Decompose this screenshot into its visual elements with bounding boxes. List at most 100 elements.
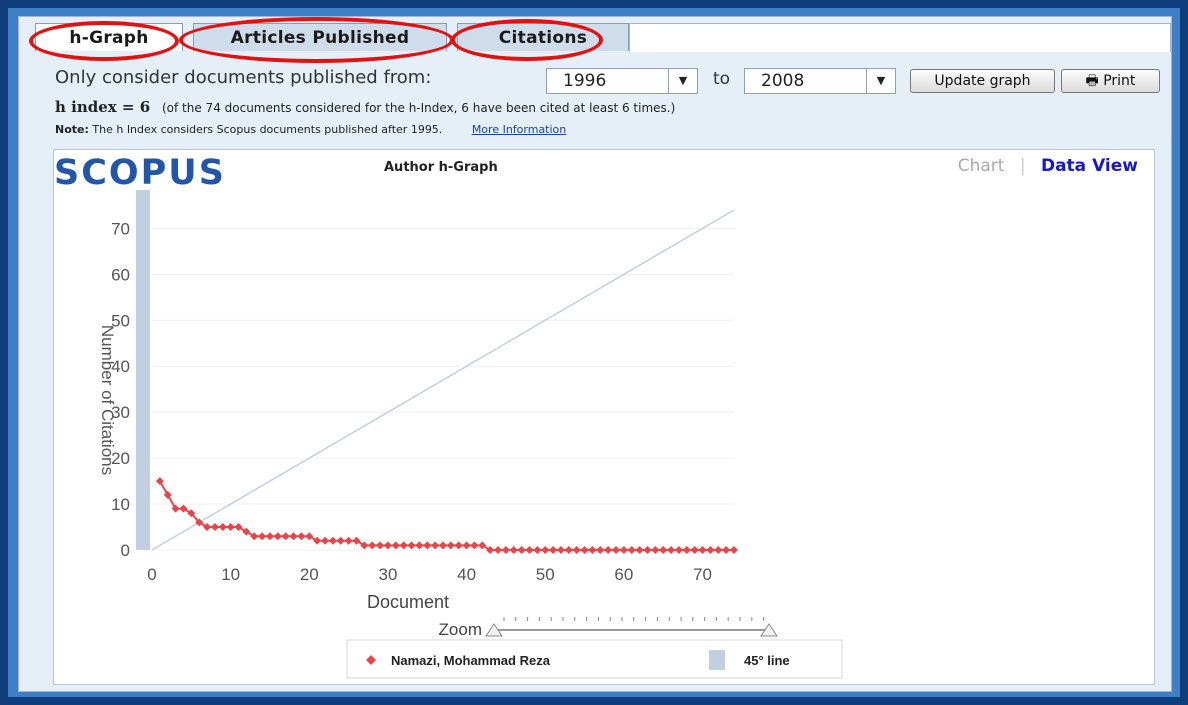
data-point: [659, 546, 668, 554]
chevron-down-icon[interactable]: ▼: [668, 69, 697, 93]
data-point: [265, 532, 274, 541]
data-point: [667, 546, 676, 554]
from-year-select[interactable]: 1996 ▼: [546, 68, 698, 94]
data-point: [635, 546, 644, 554]
data-point: [439, 541, 447, 550]
data-point: [690, 546, 699, 554]
data-point: [368, 541, 377, 550]
data-point: [431, 541, 440, 550]
data-point: [210, 523, 219, 532]
date-range-label: Only consider documents published from:: [55, 67, 432, 88]
data-point: [423, 541, 432, 550]
x-tick-label: 60: [614, 565, 633, 584]
legend-marker: [709, 650, 725, 670]
data-point: [619, 546, 628, 554]
data-point: [643, 546, 652, 554]
data-point: [698, 546, 707, 554]
data-point: [556, 546, 565, 554]
data-point: [596, 546, 605, 554]
data-point: [226, 523, 235, 532]
data-point: [509, 546, 518, 554]
data-point: [454, 541, 463, 550]
x-tick-label: 50: [536, 565, 555, 584]
data-point: [564, 546, 573, 554]
data-point: [714, 546, 723, 554]
chevron-down-icon[interactable]: ▼: [866, 69, 895, 93]
note-label: Note:: [55, 123, 89, 136]
from-year-value: 1996: [563, 71, 607, 91]
x-tick-label: 40: [457, 565, 476, 584]
y-tick-label: 10: [111, 495, 130, 514]
data-point: [313, 536, 322, 545]
data-point: [155, 477, 164, 486]
data-point: [305, 532, 314, 541]
x-tick-label: 20: [300, 565, 319, 584]
tab-h-graph[interactable]: h-Graph: [35, 23, 183, 51]
h-graph-chart: 0102030405060700 10 20 30 40 50 60 70DocumentNu…: [98, 190, 843, 679]
data-point: [517, 546, 526, 554]
data-point: [344, 536, 353, 545]
legend-label: 45° line: [744, 653, 790, 668]
print-button[interactable]: 🖶 Print: [1061, 69, 1160, 93]
data-point: [171, 504, 180, 513]
tab-bar-fill: [629, 23, 1171, 52]
y-tick-label: 70: [111, 219, 130, 238]
data-point: [572, 546, 581, 554]
data-point: [706, 546, 715, 554]
x-tick-label: 0: [147, 565, 156, 584]
data-point: [612, 546, 621, 554]
data-point: [289, 532, 298, 541]
data-point: [407, 541, 416, 550]
data-point: [446, 541, 455, 550]
x-tick-label: 10: [221, 565, 240, 584]
data-point: [376, 541, 385, 550]
tab-citations[interactable]: Citations: [457, 23, 629, 51]
data-point: [391, 541, 400, 550]
data-point: [525, 546, 534, 554]
h-index-summary: h index = 6 (of the 74 documents conside…: [55, 98, 675, 116]
data-point: [478, 541, 487, 550]
data-point: [399, 541, 408, 550]
data-point: [281, 532, 290, 541]
update-graph-button[interactable]: Update graph: [910, 69, 1055, 93]
data-point: [179, 504, 188, 513]
data-point: [336, 536, 345, 545]
data-point: [501, 546, 510, 554]
data-point: [250, 532, 259, 541]
data-point: [352, 536, 361, 545]
data-point: [627, 546, 636, 554]
data-point: [682, 546, 691, 554]
data-point: [218, 523, 227, 532]
zoom-label: Zoom: [439, 620, 482, 639]
data-point: [321, 536, 330, 545]
data-point: [541, 546, 550, 554]
data-point: [462, 541, 471, 550]
data-point: [604, 546, 613, 554]
data-point: [383, 541, 392, 550]
data-point: [273, 532, 282, 541]
h-index-value: h index = 6: [55, 98, 151, 116]
printer-icon: 🖶: [1085, 73, 1099, 89]
chart-container: SCOPUS Author h-Graph Chart | Data View …: [53, 149, 1155, 685]
y-tick-label: 0: [121, 541, 130, 560]
x-tick-label: 70: [693, 565, 712, 584]
to-year-value: 2008: [761, 71, 805, 91]
data-point: [722, 546, 731, 554]
to-year-select[interactable]: 2008 ▼: [744, 68, 896, 94]
h-index-detail: (of the 74 documents considered for the …: [161, 101, 676, 115]
data-point: [486, 546, 495, 554]
data-point: [258, 532, 267, 541]
to-label: to: [713, 69, 731, 89]
data-point: [242, 527, 251, 536]
data-point: [651, 546, 660, 554]
h-index-panel: h-Graph Articles Published Citations Onl…: [18, 16, 1172, 692]
y-axis-bar: [136, 190, 150, 550]
data-point: [730, 546, 738, 554]
data-point: [297, 532, 306, 541]
data-point: [674, 546, 683, 554]
more-information-link[interactable]: More Information: [472, 123, 566, 136]
series-line: [158, 480, 734, 551]
y-axis-label: Number of Citations: [98, 325, 117, 475]
data-point: [360, 541, 369, 550]
tab-articles-published[interactable]: Articles Published: [193, 23, 447, 51]
